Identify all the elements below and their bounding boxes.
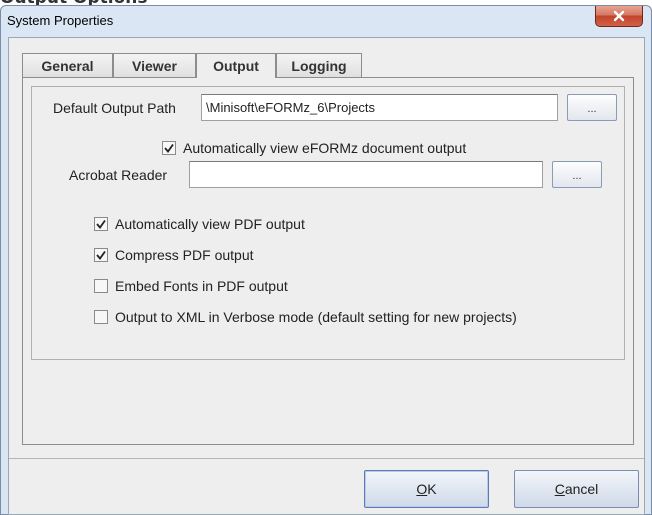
default-output-path-browse-button[interactable]: ...: [567, 94, 617, 121]
tab-viewer[interactable]: Viewer: [113, 53, 196, 77]
tab-output[interactable]: Output: [196, 53, 276, 78]
output-options-panel: Default Output Path \Minisoft\eFORMz_6\P…: [31, 86, 625, 360]
acrobat-reader-label: Acrobat Reader: [69, 167, 168, 183]
auto-view-eformz-label: Automatically view eFORMz document outpu…: [183, 140, 467, 156]
checkmark-icon: [96, 250, 106, 260]
title-bar[interactable]: System Properties: [1, 6, 651, 36]
cancel-mnemonic: C: [554, 481, 565, 497]
auto-view-pdf-label: Automatically view PDF output: [115, 216, 305, 232]
xml-verbose-checkbox[interactable]: [94, 310, 108, 324]
button-bar-separator: [9, 458, 644, 459]
close-button[interactable]: [595, 6, 643, 27]
ok-button[interactable]: OK: [364, 470, 489, 508]
dialog-client-area: General Viewer Output Logging Default Ou…: [8, 37, 645, 515]
auto-view-pdf-checkbox-row[interactable]: Automatically view PDF output: [94, 215, 305, 233]
embed-fonts-checkbox[interactable]: [94, 279, 108, 293]
close-icon: [613, 10, 625, 22]
embed-fonts-checkbox-row[interactable]: Embed Fonts in PDF output: [94, 277, 288, 295]
auto-view-pdf-checkbox[interactable]: [94, 217, 108, 231]
output-tab-panel: Default Output Path \Minisoft\eFORMz_6\P…: [22, 77, 634, 445]
ok-label-rest: K: [427, 481, 437, 497]
default-output-path-input[interactable]: \Minisoft\eFORMz_6\Projects: [201, 94, 558, 121]
auto-view-eformz-checkbox-row[interactable]: Automatically view eFORMz document outpu…: [162, 139, 466, 157]
compress-pdf-checkbox-row[interactable]: Compress PDF output: [94, 246, 254, 264]
embed-fonts-label: Embed Fonts in PDF output: [115, 278, 288, 294]
checkmark-icon: [96, 219, 106, 229]
tab-logging[interactable]: Logging: [276, 53, 362, 77]
compress-pdf-checkbox[interactable]: [94, 248, 108, 262]
tab-output-label: Output: [213, 58, 259, 74]
cancel-label-rest: ancel: [564, 481, 599, 497]
default-output-path-label: Default Output Path: [53, 100, 176, 116]
tab-general[interactable]: General: [22, 53, 113, 77]
system-properties-window: System Properties General Viewer Output …: [0, 5, 652, 515]
compress-pdf-label: Compress PDF output: [115, 247, 254, 263]
ok-mnemonic: O: [416, 481, 428, 497]
acrobat-reader-input[interactable]: [189, 161, 543, 188]
xml-verbose-label: Output to XML in Verbose mode (default s…: [115, 309, 517, 325]
tab-viewer-label: Viewer: [132, 57, 177, 74]
acrobat-reader-browse-button[interactable]: ...: [552, 161, 602, 188]
xml-verbose-checkbox-row[interactable]: Output to XML in Verbose mode (default s…: [94, 308, 517, 326]
auto-view-eformz-checkbox[interactable]: [162, 141, 176, 155]
window-title: System Properties: [7, 13, 114, 28]
tab-general-label: General: [41, 57, 94, 74]
cancel-button[interactable]: Cancel: [514, 470, 639, 508]
checkmark-icon: [164, 143, 174, 153]
tab-logging-label: Logging: [291, 57, 347, 74]
